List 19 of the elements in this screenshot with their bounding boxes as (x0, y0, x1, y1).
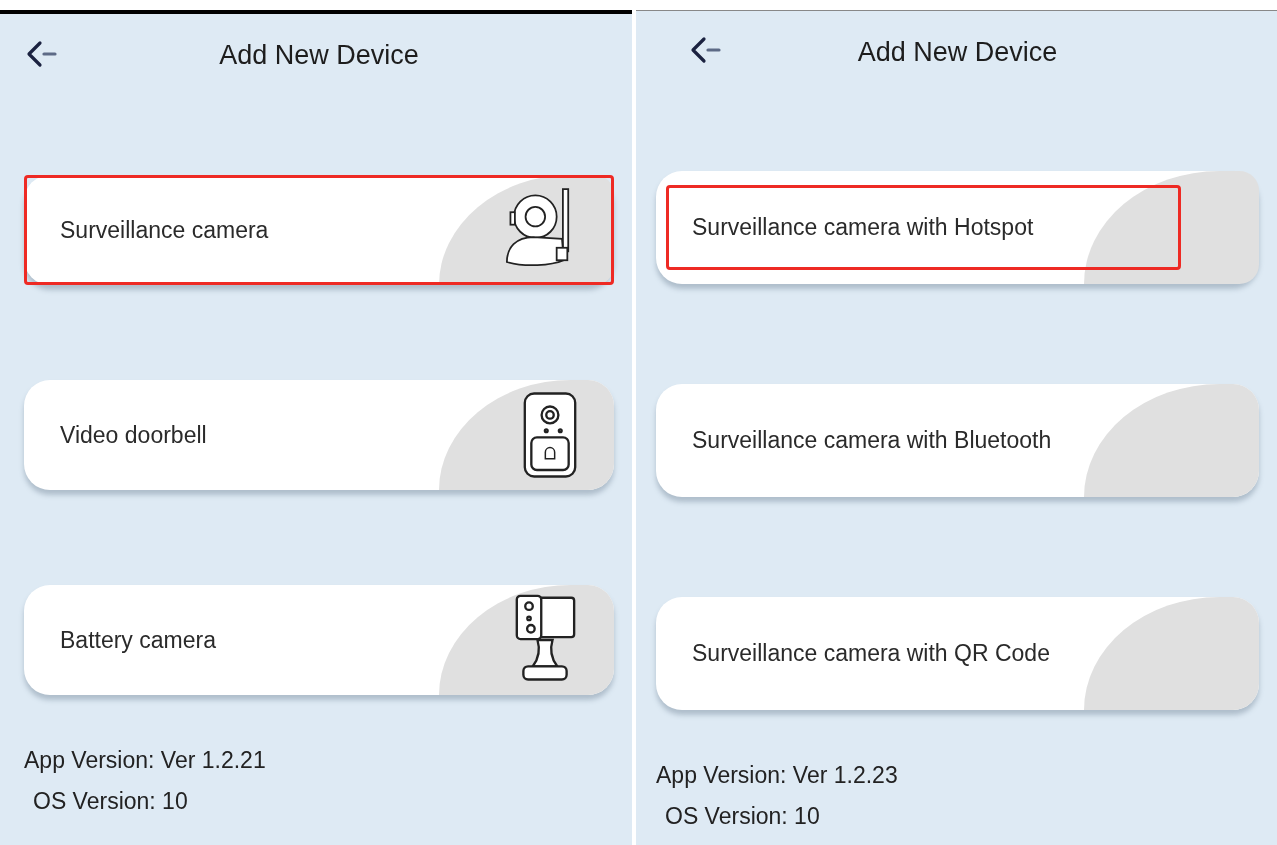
screen-title: Add New Device (219, 39, 419, 71)
app-version-text: App Version: Ver 1.2.23 (656, 762, 899, 789)
device-type-label: Battery camera (60, 626, 217, 654)
device-type-label: Video doorbell (60, 421, 208, 449)
device-type-card[interactable]: Surveillance camera with Hotspot (656, 171, 1259, 284)
device-type-label: Surveillance camera with QR Code (692, 640, 1051, 667)
device-type-label: Surveillance camera with Hotspot (692, 214, 1035, 241)
os-version-text: OS Version: 10 (32, 788, 189, 815)
device-type-card[interactable]: Surveillance camera (24, 175, 614, 285)
doorbell-icon (522, 390, 578, 480)
device-type-label: Surveillance camera with Bluetooth (692, 427, 1053, 454)
device-type-card[interactable]: Surveillance camera with Bluetooth (656, 384, 1259, 497)
app-version-text: App Version: Ver 1.2.21 (24, 747, 267, 774)
device-type-card[interactable]: Video doorbell (24, 380, 614, 490)
device-type-label: Surveillance camera (60, 216, 270, 244)
device-type-card[interactable]: Battery camera (24, 585, 614, 695)
screen-title: Add New Device (857, 36, 1058, 68)
os-version-text: OS Version: 10 (664, 803, 821, 830)
device-type-card[interactable]: Surveillance camera with QR Code (656, 597, 1259, 710)
